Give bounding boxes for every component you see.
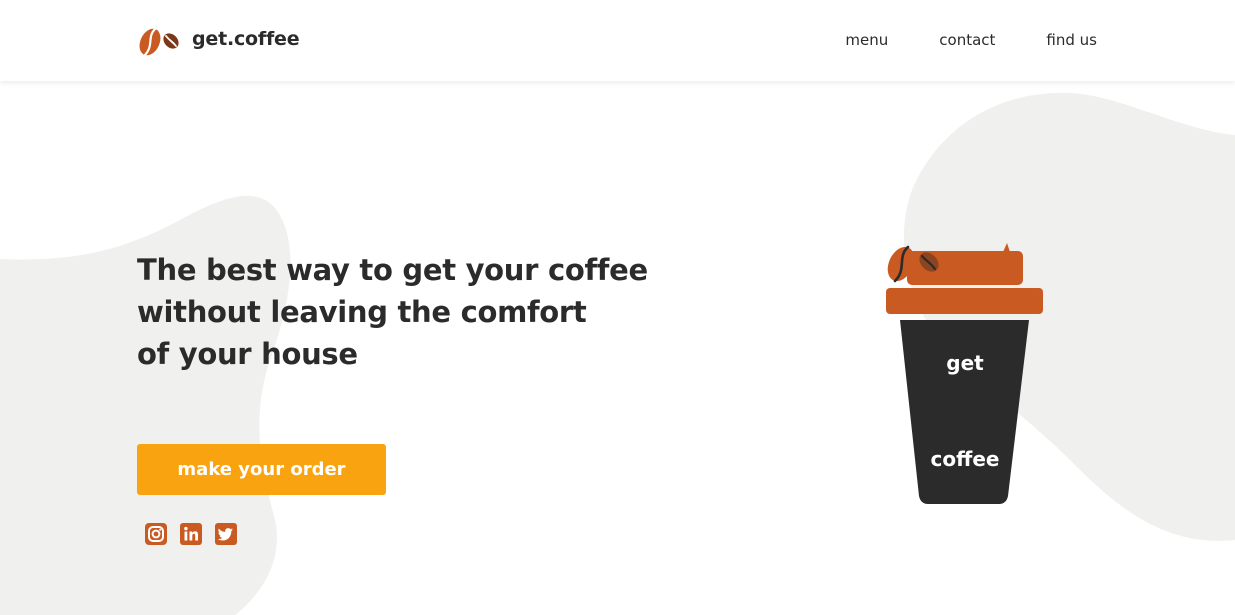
headline-line-1: The best way to get your coffee — [137, 253, 648, 287]
linkedin-icon — [180, 523, 202, 545]
coffee-cup-illustration: get coffee — [886, 242, 1044, 506]
site-header: get.coffee menu contact find us — [0, 0, 1235, 81]
headline-line-3: of your house — [137, 337, 358, 371]
hero-section: The best way to get your coffee without … — [137, 249, 648, 375]
nav-item-contact[interactable]: contact — [939, 31, 995, 49]
twitter-icon — [215, 523, 237, 545]
cup-text-coffee: coffee — [930, 447, 1000, 471]
brand-name: get.coffee — [192, 28, 300, 50]
instagram-link[interactable] — [145, 523, 167, 545]
coffee-beans-icon — [139, 27, 179, 57]
instagram-icon — [145, 523, 167, 545]
social-links — [145, 523, 250, 545]
landing-page: get.coffee menu contact find us The best… — [0, 0, 1235, 615]
main-nav: menu contact find us — [794, 31, 1097, 49]
cup-text-get: get — [946, 351, 984, 375]
nav-item-find-us[interactable]: find us — [1046, 31, 1097, 49]
nav-item-menu[interactable]: menu — [845, 31, 888, 49]
linkedin-link[interactable] — [180, 523, 202, 545]
hero-headline: The best way to get your coffee without … — [137, 249, 648, 375]
make-order-button[interactable]: make your order — [137, 444, 386, 495]
logo-link[interactable]: get.coffee — [138, 25, 300, 59]
cup-coffee-beans-icon — [887, 245, 939, 283]
twitter-link[interactable] — [215, 523, 237, 545]
headline-line-2: without leaving the comfort — [137, 295, 587, 329]
